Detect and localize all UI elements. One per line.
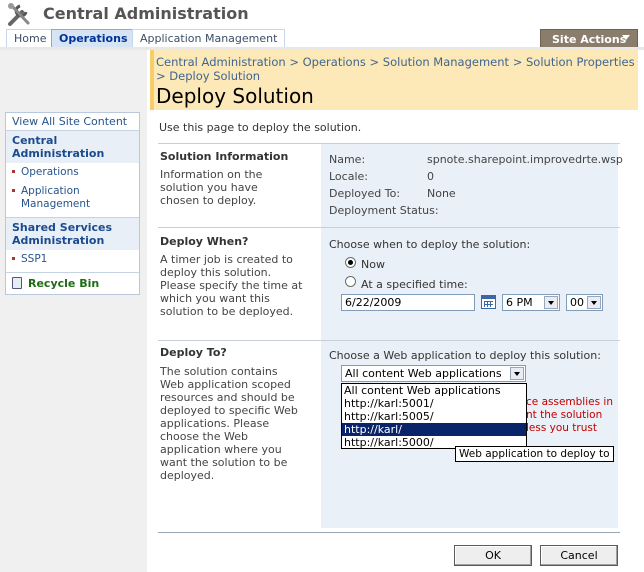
quick-launch: View All Site Content Central Administra… (5, 112, 140, 295)
ok-button[interactable]: OK (454, 545, 532, 566)
radio-specified-time[interactable] (345, 276, 356, 287)
tab-operations[interactable]: Operations (51, 29, 136, 48)
section-divider (158, 532, 620, 533)
name-label: Name: (329, 153, 366, 166)
web-application-select[interactable]: All content Web applications (341, 365, 526, 382)
dropdown-option[interactable]: All content Web applications (342, 384, 526, 397)
hour-select-value: 6 PM (506, 296, 533, 309)
recycle-bin-icon (12, 277, 22, 289)
deployment-status-label: Deployment Status: (329, 204, 439, 217)
date-field[interactable]: 6/22/2009 (341, 294, 475, 311)
solution-information-title: Solution Information (160, 150, 289, 163)
chevron-down-icon (544, 296, 558, 309)
recycle-bin-link[interactable]: Recycle Bin (6, 272, 139, 294)
tab-application-management[interactable]: Application Management (132, 29, 286, 48)
breadcrumb[interactable]: Central Administration > Operations > So… (156, 55, 636, 83)
intro-text: Use this page to deploy the solution. (159, 121, 362, 134)
dropdown-option-highlighted[interactable]: http://karl/ (342, 423, 526, 436)
minute-select-value: 00 (570, 296, 584, 309)
deploy-to-description: The solution contains Web application sc… (160, 365, 298, 482)
nav-header-central-administration[interactable]: Central Administration (6, 130, 139, 163)
nav-header-shared-services[interactable]: Shared Services Administration (6, 217, 139, 250)
app-title: Central Administration (43, 4, 249, 23)
dropdown-option[interactable]: http://karl:5001/ (342, 397, 526, 410)
deployed-to-value: None (427, 187, 456, 200)
nav-item-ssp1[interactable]: SSP1 (6, 250, 139, 272)
input-panel (321, 144, 618, 528)
site-actions-menu[interactable]: Site Actions (540, 29, 638, 48)
cancel-button[interactable]: Cancel (540, 545, 618, 566)
chevron-down-icon (622, 35, 630, 40)
deploy-when-title: Deploy When? (160, 235, 249, 248)
name-value: spnote.sharepoint.improvedrte.wsp (427, 153, 623, 166)
page-title: Deploy Solution (156, 84, 314, 108)
warning-text: ce assemblies in nt the solution less yo… (526, 396, 613, 434)
deploy-when-prompt: Choose when to deploy the solution: (329, 238, 531, 251)
web-application-dropdown-list[interactable]: All content Web applications http://karl… (341, 383, 527, 449)
calendar-icon[interactable] (481, 295, 496, 309)
tab-home[interactable]: Home (6, 29, 55, 48)
tooltip: Web application to deploy to (455, 446, 614, 462)
recycle-bin-label: Recycle Bin (28, 277, 100, 290)
nav-item-operations[interactable]: Operations (6, 163, 139, 182)
hour-select[interactable]: 6 PM (502, 294, 560, 311)
radio-now-label[interactable]: Now (361, 258, 385, 271)
nav-item-application-management[interactable]: Application Management (6, 182, 139, 217)
chevron-down-icon (510, 367, 524, 380)
section-divider (158, 143, 620, 144)
locale-value: 0 (427, 170, 434, 183)
section-divider (158, 340, 620, 341)
chevron-down-icon (587, 296, 601, 309)
dropdown-option[interactable]: http://karl:5005/ (342, 410, 526, 423)
section-divider (158, 227, 620, 228)
view-all-site-content-link[interactable]: View All Site Content (6, 113, 139, 130)
deploy-when-description: A timer job is created to deploy this so… (160, 253, 303, 318)
deployed-to-label: Deployed To: (329, 187, 401, 200)
solution-information-description: Information on the solution you have cho… (160, 168, 263, 207)
radio-now[interactable] (345, 257, 356, 268)
locale-label: Locale: (329, 170, 368, 183)
site-actions-label: Site Actions (552, 33, 627, 46)
deploy-to-title: Deploy To? (160, 346, 227, 359)
minute-select[interactable]: 00 (566, 294, 603, 311)
radio-specified-time-label[interactable]: At a specified time: (361, 278, 468, 291)
deploy-to-prompt: Choose a Web application to deploy this … (329, 349, 601, 362)
web-application-select-value: All content Web applications (345, 367, 502, 380)
tools-icon (6, 2, 36, 28)
